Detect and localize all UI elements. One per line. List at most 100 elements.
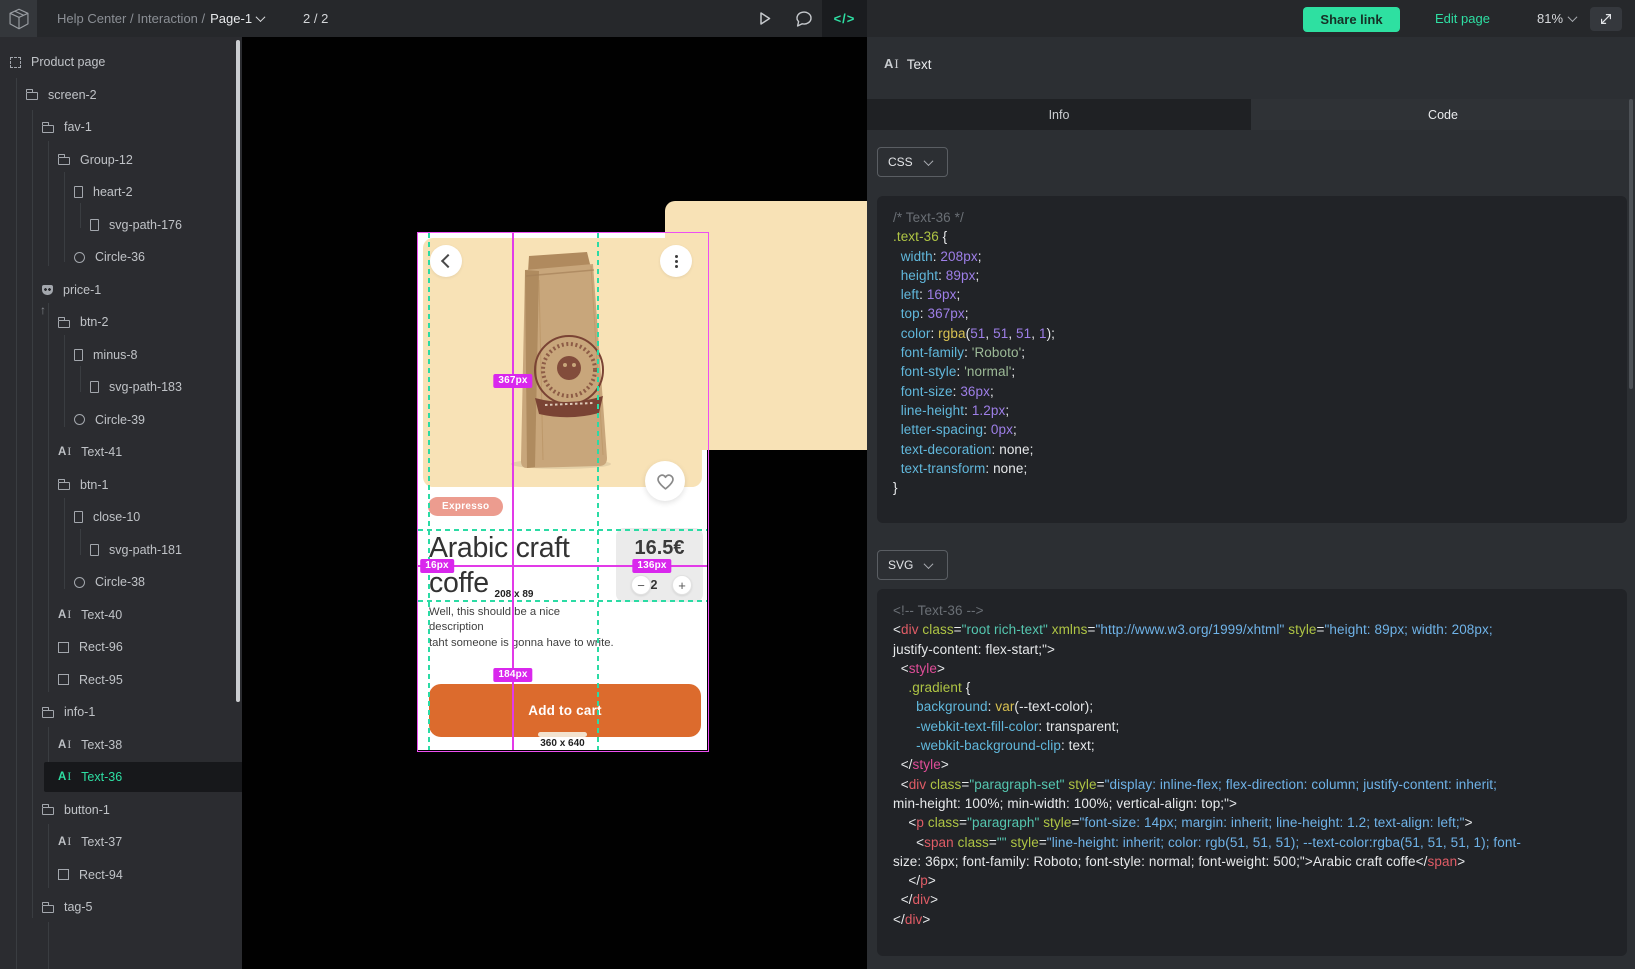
css-code-block[interactable]: /* Text-36 */.text-36 { width: 208px; he… [877, 196, 1627, 523]
folder-icon [42, 905, 54, 913]
layer-row-tag-5[interactable]: tag-5 [0, 891, 242, 923]
layer-row-heart-2[interactable]: heart-2 [0, 176, 242, 208]
fullscreen-button[interactable] [1590, 7, 1622, 31]
code-line: /* Text-36 */ [893, 208, 1611, 227]
quantity-plus-button[interactable]: + [672, 575, 692, 595]
more-options-button[interactable] [660, 245, 692, 277]
mask-icon [42, 285, 53, 295]
code-line: letter-spacing: 0px; [893, 420, 1611, 439]
css-format-select[interactable]: CSS [877, 147, 948, 177]
layer-row-Circle-38[interactable]: Circle-38 [0, 566, 242, 598]
rect-icon [58, 674, 69, 685]
rect-icon [58, 642, 69, 653]
code-mode-button[interactable]: </> [822, 0, 867, 37]
layer-label: Text-38 [81, 738, 122, 752]
layer-row-Text-36[interactable]: AIText-36 [0, 761, 242, 793]
text-icon: AI [58, 609, 71, 621]
layer-label: Group-12 [80, 153, 133, 167]
folder-icon [42, 710, 54, 718]
code-line: top: 367px; [893, 304, 1611, 323]
chevron-down-icon[interactable] [256, 12, 266, 22]
svg-code-block[interactable]: <!-- Text-36 --><div class="root rich-te… [877, 589, 1627, 956]
layer-label: minus-8 [93, 348, 137, 362]
layer-row-Group-12[interactable]: Group-12 [0, 144, 242, 176]
chevron-down-icon [923, 156, 933, 166]
layer-row-svg-path-183[interactable]: svg-path-183 [0, 371, 242, 403]
layer-row-Product page[interactable]: Product page [0, 46, 242, 78]
layer-row-svg-path-176[interactable]: svg-path-176 [0, 209, 242, 241]
layer-row-screen-2[interactable]: screen-2 [0, 79, 242, 111]
code-line: <!-- Text-36 --> [893, 601, 1611, 620]
layer-row-Text-38[interactable]: AIText-38 [0, 729, 242, 761]
layer-label: Circle-38 [95, 575, 145, 589]
folder-icon [42, 125, 54, 133]
code-line: background: var(--text-color); [893, 697, 1611, 716]
measure-badge-bottom: 184px [493, 668, 532, 682]
layer-row-info-1[interactable]: info-1 [0, 696, 242, 728]
guide-line-right [597, 233, 599, 750]
layer-row-Text-37[interactable]: AIText-37 [0, 826, 242, 858]
layer-row-button-1[interactable]: button-1 [0, 794, 242, 826]
layer-row-btn-1[interactable]: btn-1 [0, 469, 242, 501]
svg-format-select[interactable]: SVG [877, 550, 948, 580]
code-line: </p> [893, 871, 1611, 890]
layer-row-minus-8[interactable]: minus-8 [0, 339, 242, 371]
favorite-button[interactable] [645, 461, 685, 501]
breadcrumb-path: Help Center / Interaction / [57, 11, 205, 26]
layer-label: Rect-96 [79, 640, 123, 654]
product-tag-badge[interactable]: Expresso [428, 497, 503, 516]
code-line: size: 36px; font-family: Roboto; font-st… [893, 852, 1611, 871]
circle-icon [74, 252, 85, 263]
layer-label: fav-1 [64, 120, 92, 134]
layer-row-close-10[interactable]: close-10 [0, 501, 242, 533]
text-icon: AI [58, 771, 71, 783]
code-line: width: 208px; [893, 247, 1611, 266]
expand-icon [1598, 11, 1614, 27]
layer-row-Circle-39[interactable]: Circle-39 [0, 404, 242, 436]
layer-label: Rect-95 [79, 673, 123, 687]
layer-row-Circle-36[interactable]: Circle-36 [0, 241, 242, 273]
code-line: </div> [893, 910, 1611, 929]
code-line: -webkit-text-fill-color: transparent; [893, 717, 1611, 736]
code-line: </style> [893, 755, 1611, 774]
mask-indicator-arrow: ↑ [40, 303, 46, 317]
folder-icon [58, 157, 70, 165]
layer-row-price-1[interactable]: price-1 [0, 274, 242, 306]
layer-row-Rect-96[interactable]: Rect-96 [0, 631, 242, 663]
app-logo[interactable] [0, 0, 37, 37]
package-logo-icon [6, 6, 32, 32]
code-line: <p class="paragraph" style="font-size: 1… [893, 813, 1611, 832]
folder-icon [26, 92, 38, 100]
layer-row-Rect-95[interactable]: Rect-95 [0, 664, 242, 696]
layer-row-fav-1[interactable]: fav-1 [0, 111, 242, 143]
layers-panel: Product pagescreen-2 fav-1 Group-12 heart-2… [0, 37, 242, 969]
code-line: height: 89px; [893, 266, 1611, 285]
design-canvas[interactable]: Expresso Arabic craft coffe 208 x 89 16.… [242, 37, 867, 969]
zoom-control[interactable]: 81% [1537, 0, 1576, 37]
layer-row-Rect-94[interactable]: Rect-94 [0, 859, 242, 891]
layer-row-btn-2[interactable]: btn-2 [0, 306, 242, 338]
code-line: color: rgba(51, 51, 51, 1); [893, 324, 1611, 343]
code-line: <style> [893, 659, 1611, 678]
file-icon [90, 544, 99, 556]
panel-scrollbar[interactable] [1629, 99, 1633, 389]
layer-row-Text-41[interactable]: AIText-41 [0, 436, 242, 468]
layer-row-Text-40[interactable]: AIText-40 [0, 599, 242, 631]
add-to-cart-button[interactable]: Add to cart [429, 684, 701, 737]
layer-row-svg-path-181[interactable]: svg-path-181 [0, 534, 242, 566]
plus-icon: + [678, 579, 686, 592]
text-layer-icon: AI [884, 58, 899, 70]
share-link-button[interactable]: Share link [1303, 7, 1400, 32]
tab-info[interactable]: Info [867, 99, 1251, 130]
chevron-left-icon [440, 254, 454, 268]
circle-icon [74, 577, 85, 588]
comment-button[interactable] [789, 0, 819, 37]
file-icon [74, 186, 83, 198]
text-icon: AI [58, 446, 71, 458]
edit-page-link[interactable]: Edit page [1435, 0, 1490, 37]
back-button[interactable] [430, 245, 462, 277]
breadcrumb[interactable]: Help Center / Interaction / Page-1 [57, 0, 264, 37]
sidebar-scrollbar[interactable] [236, 40, 240, 702]
play-button[interactable] [749, 0, 779, 37]
tab-code[interactable]: Code [1251, 99, 1635, 130]
